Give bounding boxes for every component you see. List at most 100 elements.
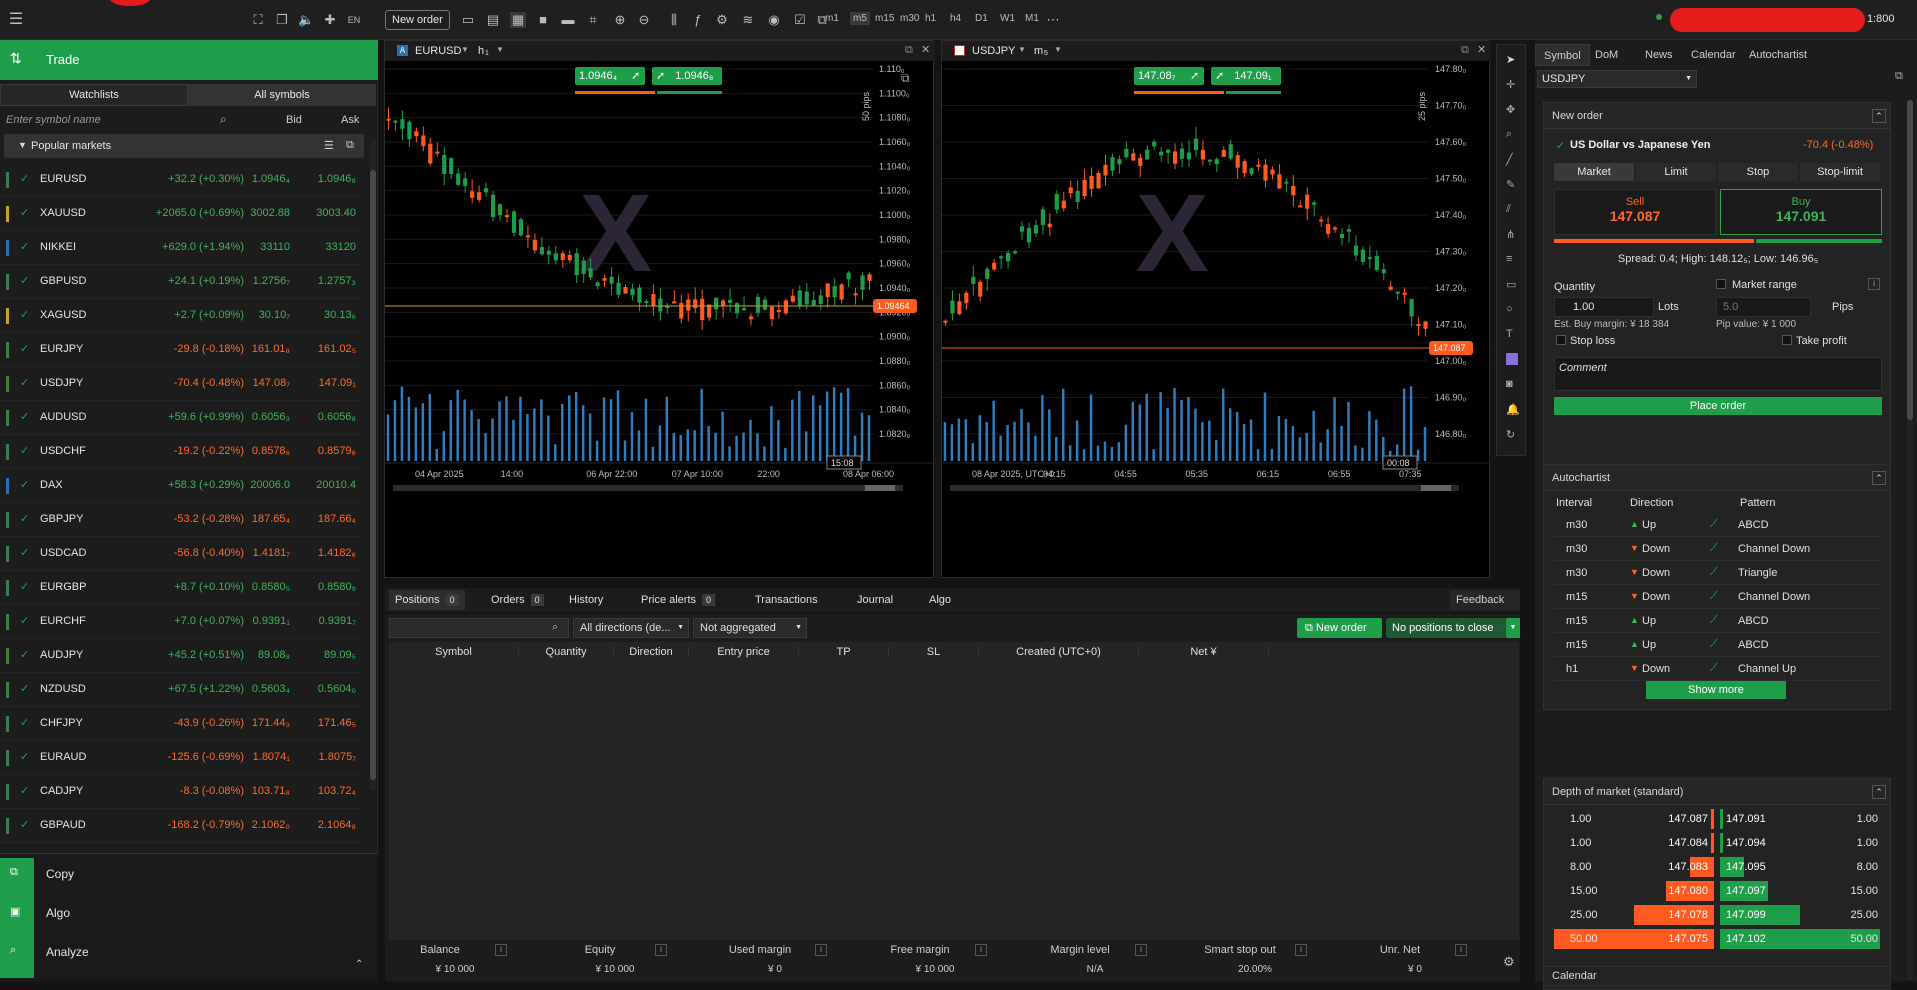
single-layout-icon[interactable]: ■: [535, 12, 551, 28]
row-ask[interactable]: 0.5604₀: [318, 683, 356, 695]
sound-icon[interactable]: 🔈: [298, 12, 314, 28]
chevron-down-icon[interactable]: ▼: [1018, 45, 1026, 54]
row-bid[interactable]: 1.4181₇: [253, 547, 290, 559]
column-header[interactable]: Net ¥: [1139, 646, 1269, 658]
sell-button[interactable]: Sell 147.087: [1554, 189, 1716, 235]
order-type-limit[interactable]: Limit: [1636, 163, 1716, 181]
row-bid[interactable]: 161.01₈: [252, 343, 290, 355]
watchlist-row[interactable]: ✓ EURCHF +7.0 (+0.07%) 0.9391₁ 0.9391₇: [0, 605, 362, 639]
watchlist-row[interactable]: ✓ AUDUSD +59.6 (+0.99%) 0.6056₃ 0.6056₈: [0, 401, 362, 435]
new-order-button[interactable]: ⧉ New order: [1297, 618, 1382, 638]
row-ask[interactable]: 33120: [325, 241, 356, 253]
row-bid[interactable]: 33110: [260, 241, 290, 253]
nav-algo[interactable]: Algo: [46, 906, 70, 920]
scrollbar-thumb[interactable]: [370, 170, 376, 780]
range-field[interactable]: 5.0: [1716, 297, 1811, 317]
check-chart-icon[interactable]: ☑: [792, 12, 808, 28]
popular-markets-group[interactable]: ▼ Popular markets ☰ ⧉: [4, 134, 364, 158]
autochartist-row[interactable]: m15 ▲ Up ⟋ ABCD: [1554, 633, 1882, 657]
row-ask[interactable]: 20010.4: [316, 479, 356, 491]
timeframe-button[interactable]: M1: [1025, 13, 1039, 24]
column-header[interactable]: Direction: [614, 646, 689, 658]
fibonacci-icon[interactable]: ≡: [1506, 253, 1512, 265]
chart-type-icon[interactable]: ⌗: [585, 12, 601, 28]
fullscreen-icon[interactable]: ⛶: [250, 12, 266, 28]
tab-watchlists[interactable]: Watchlists: [0, 84, 188, 106]
watchlist-row[interactable]: ✓ GBPAUD -168.2 (-0.79%) 2.1062₀ 2.1064₈: [0, 809, 362, 843]
chart-usdjpy[interactable]: USDJPY ▼ m 5 ▼ ⧉ ✕ 147.80₀ 147.70₀ 147.60₀…: [941, 40, 1491, 578]
close-all-button[interactable]: No positions to close: [1386, 618, 1506, 638]
watchlist-row[interactable]: ✓ GBPUSD +24.1 (+0.19%) 1.2756₇ 1.2757₃: [0, 265, 362, 299]
watchlist-row[interactable]: ✓ CADJPY -8.3 (-0.08%) 103.71₈ 103.72₄: [0, 775, 362, 809]
chart-symbol[interactable]: EURUSD: [415, 45, 461, 57]
list-view-icon[interactable]: ☰: [324, 139, 334, 152]
rectangle-icon[interactable]: ▭: [1506, 278, 1516, 291]
row-ask[interactable]: 0.6056₈: [318, 411, 356, 423]
dom-bid-row[interactable]: 8.00 147.083: [1550, 857, 1714, 877]
tab-autochartist[interactable]: Autochartist: [1741, 44, 1815, 66]
timeframe-button[interactable]: h1: [925, 13, 936, 24]
watchlist-row[interactable]: ✓ EURAUD -125.6 (-0.69%) 1.8074₁ 1.8075₇: [0, 741, 362, 775]
crosshair-icon[interactable]: ✛: [1506, 78, 1515, 91]
popout-icon[interactable]: ⧉: [1461, 44, 1469, 57]
timeframe-button[interactable]: m30: [900, 13, 919, 24]
dom-bid-row[interactable]: 25.00 147.078: [1550, 905, 1714, 925]
watchlist-row[interactable]: ✓ EURJPY -29.8 (-0.18%) 161.01₈ 161.02₅: [0, 333, 362, 367]
info-icon[interactable]: i: [495, 944, 507, 956]
row-ask[interactable]: 0.8580₉: [318, 581, 356, 593]
row-ask[interactable]: 3003.40: [316, 207, 356, 219]
pitchfork-icon[interactable]: ⋔: [1506, 228, 1515, 241]
popout-icon[interactable]: ⧉: [346, 139, 354, 152]
info-icon[interactable]: i: [1135, 944, 1147, 956]
column-header[interactable]: SL: [889, 646, 979, 658]
row-bid[interactable]: 3002.88: [250, 207, 290, 219]
move-icon[interactable]: ✥: [1506, 103, 1515, 116]
language-icon[interactable]: EN: [346, 12, 362, 28]
comment-input[interactable]: Comment: [1554, 357, 1882, 391]
row-bid[interactable]: 103.71₈: [252, 785, 290, 797]
replay-icon[interactable]: ↻: [1506, 428, 1515, 441]
menu-icon[interactable]: ☰: [8, 12, 24, 28]
dom-bid-row[interactable]: 1.00 147.084: [1550, 833, 1714, 853]
popout-icon[interactable]: ⧉: [905, 44, 913, 57]
alert-bell-icon[interactable]: 🔔: [1506, 403, 1520, 416]
grid-layout-icon[interactable]: ▦: [510, 12, 526, 28]
layout-icon[interactable]: ▤: [485, 12, 501, 28]
tab-algo[interactable]: Algo: [923, 590, 957, 610]
collapse-up-icon[interactable]: ⌃: [355, 959, 363, 970]
row-bid[interactable]: 1.2756₇: [253, 275, 290, 287]
column-header[interactable]: Quantity: [519, 646, 614, 658]
dom-ask-row[interactable]: 147.097 15.00: [1720, 881, 1884, 901]
tab-symbol[interactable]: Symbol: [1535, 44, 1590, 66]
row-bid[interactable]: 0.9391₁: [253, 615, 290, 627]
expand-icon[interactable]: ⧉: [901, 71, 910, 86]
row-bid[interactable]: 187.65₄: [252, 513, 290, 525]
timeframe-button[interactable]: m15: [875, 13, 894, 24]
watchlist-row[interactable]: ✓ EURUSD +32.2 (+0.30%) 1.0946₄ 1.0946₈: [0, 163, 362, 197]
scrollbar-thumb[interactable]: [1907, 100, 1913, 420]
watchlist-row[interactable]: ✓ NIKKEI +629.0 (+1.94%) 33110 33120: [0, 231, 362, 265]
chart-window-icon[interactable]: ▭: [460, 12, 476, 28]
info-icon[interactable]: i: [975, 944, 987, 956]
row-bid[interactable]: 0.8580₅: [252, 581, 290, 593]
dom-ask-row[interactable]: 147.095 8.00: [1720, 857, 1884, 877]
row-ask[interactable]: 0.9391₇: [319, 615, 356, 627]
nav-copy[interactable]: Copy: [46, 867, 74, 881]
watchlist-row[interactable]: ✓ EURGBP +8.7 (+0.10%) 0.8580₅ 0.8580₉: [0, 571, 362, 605]
column-header[interactable]: Created (UTC+0): [979, 646, 1139, 658]
row-bid[interactable]: 0.8578₆: [252, 445, 290, 457]
search-icon[interactable]: ⌕: [220, 112, 227, 127]
text-icon[interactable]: T: [1506, 328, 1513, 340]
collapse-icon[interactable]: ⌃: [1872, 109, 1886, 123]
copy-icon[interactable]: ⧉: [10, 866, 18, 879]
candles-icon[interactable]: ⫼: [666, 12, 682, 28]
watchlist-scrollbar[interactable]: [370, 140, 376, 790]
autochartist-row[interactable]: m30 ▼ Down ⟋ Triangle: [1554, 561, 1882, 585]
watchlist-row[interactable]: ✓ DAX +58.3 (+0.29%) 20006.0 20010.4: [0, 469, 362, 503]
ellipse-icon[interactable]: ○: [1506, 303, 1513, 315]
quantity-stepper[interactable]: 1.00: [1554, 297, 1654, 317]
indicator-icon[interactable]: ƒ: [690, 12, 706, 28]
row-ask[interactable]: 1.8075₇: [319, 751, 356, 763]
timeframe-button[interactable]: h4: [950, 13, 961, 24]
watchlist-row[interactable]: ✓ XAUUSD +2065.0 (+0.69%) 3002.88 3003.40: [0, 197, 362, 231]
